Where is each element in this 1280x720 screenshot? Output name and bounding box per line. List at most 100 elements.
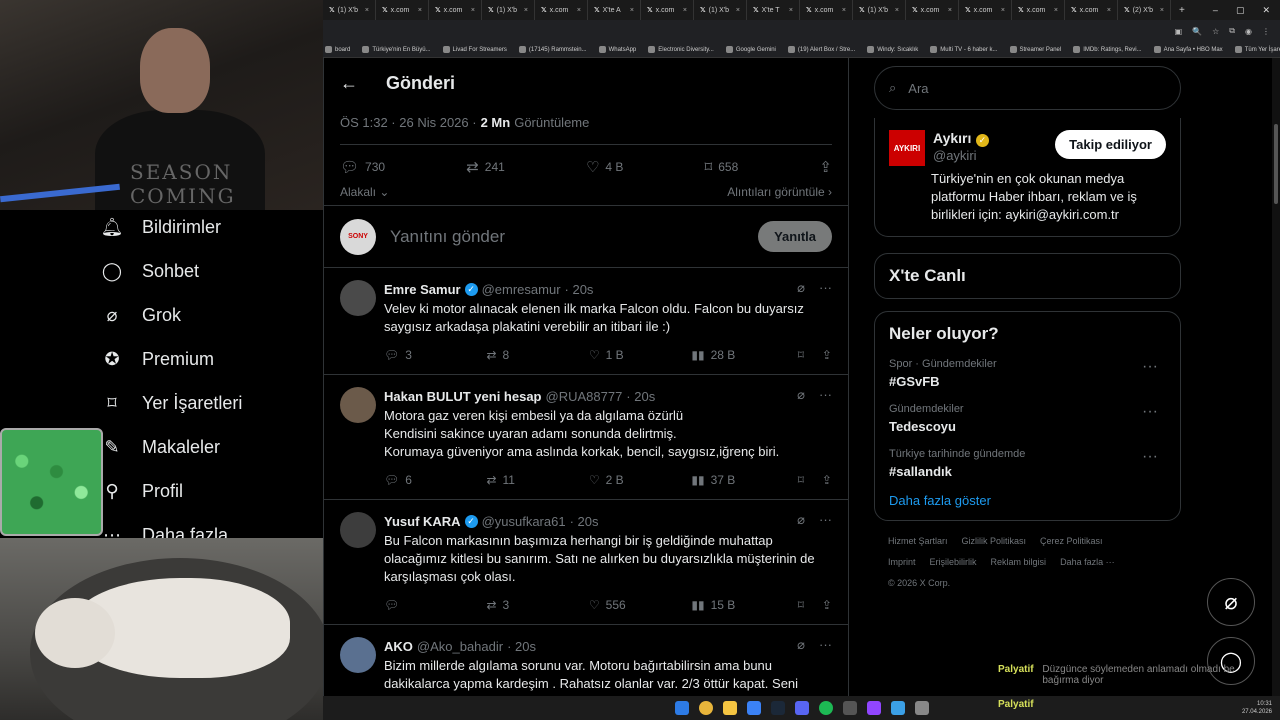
close-tab-icon[interactable]: × bbox=[683, 7, 687, 14]
grok-explain-icon[interactable]: ⌀ bbox=[797, 637, 805, 653]
browser-tab[interactable]: 𝕏x.com × bbox=[959, 0, 1012, 20]
footer-link[interactable]: Reklam bilgisi bbox=[991, 557, 1047, 567]
close-tab-icon[interactable]: × bbox=[630, 7, 634, 14]
browser-tab[interactable]: 𝕏 (1) X'b × bbox=[694, 0, 747, 20]
footer-link[interactable]: Gizlilik Politikası bbox=[962, 536, 1027, 546]
tweet[interactable]: AKO @Ako_bahadir · 20s Bizim millerde algıl… bbox=[324, 625, 848, 696]
close-tab-icon[interactable]: × bbox=[524, 7, 528, 14]
back-arrow-icon[interactable]: ← bbox=[340, 73, 358, 94]
close-window-icon[interactable]: ✕ bbox=[1262, 5, 1270, 16]
grok-fab-button[interactable]: ⌀ bbox=[1207, 578, 1255, 626]
bookmark-item[interactable]: Streamer Panel bbox=[1009, 46, 1061, 53]
browser-tab[interactable]: 𝕏x.com × bbox=[1012, 0, 1065, 20]
bookmark-item[interactable]: Windy: Sıcaklık bbox=[867, 46, 918, 53]
bookmark-item[interactable]: Electronic Diversity... bbox=[648, 46, 714, 53]
footer-link[interactable]: Hizmet Şartları bbox=[888, 536, 948, 546]
repost-button[interactable]: ⇄ 3 bbox=[486, 598, 526, 612]
tweet-handle[interactable]: @Ako_bahadir bbox=[417, 639, 503, 654]
bookmark-item[interactable]: Livad For Streamers bbox=[442, 46, 507, 53]
more-options-icon[interactable]: ··· bbox=[819, 512, 832, 528]
app2-icon[interactable] bbox=[842, 701, 857, 715]
grok-explain-icon[interactable]: ⌀ bbox=[797, 280, 805, 296]
close-tab-icon[interactable]: × bbox=[1107, 7, 1111, 14]
footer-link[interactable]: Imprint bbox=[888, 557, 916, 567]
nav-item-grok[interactable]: ⌀ Grok bbox=[100, 293, 323, 337]
browser-tab[interactable]: 𝕏 (1) X'b × bbox=[853, 0, 906, 20]
share-icon[interactable]: ⇪ bbox=[822, 473, 832, 487]
views-button[interactable]: ▮▮ 15 B bbox=[691, 598, 735, 612]
profile-icon[interactable]: ◉ bbox=[1245, 27, 1252, 36]
more-options-icon[interactable]: ··· bbox=[819, 637, 832, 653]
footer-link[interactable]: Daha fazla ··· bbox=[1060, 557, 1115, 567]
more-options-icon[interactable]: ··· bbox=[1142, 448, 1158, 466]
close-tab-icon[interactable]: × bbox=[789, 7, 793, 14]
folder-icon[interactable] bbox=[722, 701, 737, 715]
tweet-author-name[interactable]: AKO bbox=[384, 639, 413, 654]
following-button[interactable]: Takip ediliyor bbox=[1055, 130, 1166, 159]
account-name[interactable]: Aykırı bbox=[933, 130, 971, 146]
browser-tab[interactable]: 𝕏x.com × bbox=[376, 0, 429, 20]
browser-tab[interactable]: 𝕏 (1) X'b × bbox=[323, 0, 376, 20]
tweet[interactable]: Emre Samur ✓ @emresamur · 20s Velev ki motor… bbox=[324, 268, 848, 375]
zoom-icon[interactable]: 🔍 bbox=[1192, 27, 1202, 36]
browser-tab[interactable]: 𝕏x.com × bbox=[1065, 0, 1118, 20]
bookmark-item[interactable]: (19) Alert Box / Stre... bbox=[787, 46, 855, 53]
view-quotes-link[interactable]: Alıntıları görüntüle › bbox=[727, 185, 832, 199]
trend-item[interactable]: Türkiye tarihinde gündemde #sallandık ··· bbox=[889, 448, 1166, 479]
footer-link[interactable]: Erişilebilirlik bbox=[930, 557, 977, 567]
minimize-icon[interactable]: – bbox=[1213, 5, 1218, 15]
avatar[interactable] bbox=[340, 280, 376, 316]
bookmark-item[interactable]: Türkiye'nin En Büyü... bbox=[362, 46, 431, 53]
steam-icon[interactable] bbox=[770, 701, 785, 715]
reply-button[interactable]: 💬︎ bbox=[384, 598, 424, 612]
close-tab-icon[interactable]: × bbox=[365, 7, 369, 14]
discord-icon[interactable] bbox=[794, 701, 809, 715]
trend-item[interactable]: Gündemdekiler Tedescoyu ··· bbox=[889, 403, 1166, 434]
browser-tab[interactable]: 𝕏 X'te T × bbox=[747, 0, 800, 20]
extensions-icon[interactable]: ⧉ bbox=[1229, 26, 1235, 36]
bookmark-item[interactable]: IMDb: Ratings, Revi... bbox=[1073, 46, 1142, 53]
tweet-author-name[interactable]: Yusuf KARA bbox=[384, 514, 461, 529]
app-icon[interactable] bbox=[746, 701, 761, 715]
nav-item-profile[interactable]: ⚲ Profil bbox=[100, 469, 323, 513]
app3-icon[interactable] bbox=[890, 701, 905, 715]
more-options-icon[interactable]: ··· bbox=[819, 387, 832, 403]
close-tab-icon[interactable]: × bbox=[736, 7, 740, 14]
bookmark-icon[interactable]: ⌑ bbox=[798, 348, 804, 362]
maximize-icon[interactable]: ▢ bbox=[1236, 5, 1245, 16]
browser-tab[interactable]: 𝕏x.com × bbox=[800, 0, 853, 20]
nav-item-premium[interactable]: ✪ Premium bbox=[100, 337, 323, 381]
show-more-link[interactable]: Daha fazla göster bbox=[889, 493, 1166, 508]
more-options-icon[interactable]: ··· bbox=[1142, 403, 1158, 421]
share-icon[interactable]: ⇪ bbox=[822, 598, 832, 612]
start-icon[interactable] bbox=[674, 701, 689, 715]
close-tab-icon[interactable]: × bbox=[895, 7, 899, 14]
bookmark-item[interactable]: (17145) Rammstein... bbox=[518, 46, 587, 53]
bookmark-item[interactable]: Google Gemini bbox=[725, 46, 776, 53]
tweet-time[interactable]: · 20s bbox=[507, 639, 536, 654]
avatar[interactable] bbox=[340, 512, 376, 548]
spotify-icon[interactable] bbox=[818, 701, 833, 715]
browser-tab[interactable]: 𝕏 X'te A × bbox=[588, 0, 641, 20]
nav-item-chat[interactable]: ◯ Sohbet bbox=[100, 249, 323, 293]
bookmark-item[interactable]: Ana Sayfa • HBO Max bbox=[1153, 46, 1223, 53]
tweet-handle[interactable]: @RUA88777 bbox=[546, 389, 623, 404]
browser-tab[interactable]: 𝕏 (2) X'b × bbox=[1118, 0, 1171, 20]
close-tab-icon[interactable]: × bbox=[577, 7, 581, 14]
nav-item-bell[interactable]: 🔔︎ Bildirimler bbox=[100, 205, 323, 249]
avatar[interactable] bbox=[340, 637, 376, 673]
repost-button[interactable]: ⇄ 8 bbox=[486, 348, 526, 362]
account-handle[interactable]: @aykiri bbox=[933, 148, 989, 163]
repost-button[interactable]: ⇄ 11 bbox=[486, 473, 526, 487]
close-tab-icon[interactable]: × bbox=[1054, 7, 1058, 14]
close-tab-icon[interactable]: × bbox=[471, 7, 475, 14]
like-button[interactable]: ♡ 1 B bbox=[589, 348, 629, 362]
twitch-icon[interactable] bbox=[866, 701, 881, 715]
reply-input[interactable]: Yanıtını gönder bbox=[390, 227, 744, 247]
sort-dropdown[interactable]: Alakalı ⌄ bbox=[340, 185, 389, 199]
like-button[interactable]: ♡ 2 B bbox=[589, 473, 629, 487]
tweet-handle[interactable]: @emresamur bbox=[482, 282, 561, 297]
more-options-icon[interactable]: ··· bbox=[819, 280, 832, 296]
footer-link[interactable]: Çerez Politikası bbox=[1040, 536, 1103, 546]
avatar[interactable] bbox=[340, 387, 376, 423]
